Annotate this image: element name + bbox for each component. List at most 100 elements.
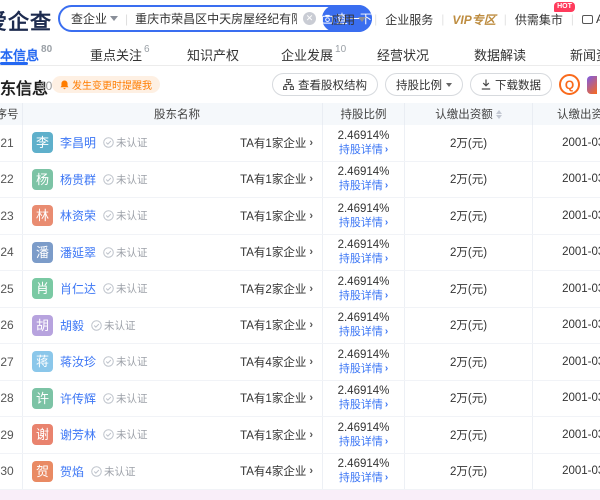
subscribed-amount-value: 2万(元) [450, 390, 487, 406]
tab-data-insight[interactable]: 数据解读 [474, 38, 526, 65]
holding-detail-link[interactable]: 持股详情 › [339, 252, 388, 266]
clear-search-icon[interactable]: ✕ [303, 12, 316, 25]
holding-detail-link[interactable]: 持股详情 › [339, 362, 388, 376]
uncertified-badge: 未认证 [103, 135, 148, 150]
related-companies-label: TA有1家企业 [240, 208, 306, 224]
uncertified-label: 未认证 [116, 391, 148, 406]
shareholder-avatar: 杨 [32, 169, 53, 190]
ai-glyph: Q [565, 78, 574, 92]
section-count: 40 [39, 79, 52, 93]
shareholder-name-link[interactable]: 潘延翠 [60, 244, 96, 261]
site-logo[interactable]: 爱企查 [0, 6, 52, 36]
download-data-button[interactable]: 下载数据 [470, 73, 552, 96]
uncertified-label: 未认证 [104, 318, 136, 333]
subscribed-amount-value: 2万(元) [450, 135, 487, 151]
subscribed-amount-value: 2万(元) [450, 171, 487, 187]
ai-assistant-icon[interactable]: Q [559, 74, 580, 95]
related-companies-link[interactable]: TA有4家企业 › [240, 463, 322, 479]
holding-ratio-value: 2.46914% [338, 457, 390, 471]
bell-icon [60, 80, 69, 90]
related-companies-link[interactable]: TA有2家企业 › [240, 281, 322, 297]
holding-ratio-dropdown[interactable]: 持股比例 [385, 73, 463, 96]
tab-news[interactable]: 新闻资讯 [570, 38, 600, 65]
shareholder-avatar: 蒋 [32, 351, 53, 372]
chevron-right-icon: › [385, 252, 388, 266]
related-companies-label: TA有2家企业 [240, 281, 306, 297]
chevron-right-icon: › [309, 465, 313, 477]
table-header-row: 序号 股东名称 持股比例 认缴出资额 认缴出资日期 [0, 103, 600, 125]
uncertified-icon [91, 320, 102, 331]
holding-detail-link[interactable]: 持股详情 › [339, 398, 388, 412]
nav-app-download[interactable]: A [582, 12, 600, 26]
holding-detail-link[interactable]: 持股详情 › [339, 325, 388, 339]
tab-operating-status[interactable]: 经营状况 [377, 38, 429, 65]
search-box[interactable]: 查企业 | 重庆市荣昌区中天房屋经纪有限公司 ✕ 查一下 [58, 5, 372, 32]
table-row: 22 杨 杨贵群 未认证 TA有1家企业 › 2.46914% 持股详情 › 2… [0, 162, 600, 199]
holding-detail-label: 持股详情 [339, 471, 383, 485]
tab-key-focus[interactable]: 重点关注 6 [90, 38, 150, 65]
change-alert-button[interactable]: 发生变更时提醒我 [52, 76, 160, 93]
shareholder-name-link[interactable]: 胡毅 [60, 317, 84, 334]
nav-enterprise-services[interactable]: 企业服务 [385, 11, 433, 28]
search-input[interactable]: 重庆市荣昌区中天房屋经纪有限公司 [135, 10, 297, 27]
related-companies-link[interactable]: TA有1家企业 › [240, 317, 322, 333]
shareholder-name-link[interactable]: 林资荣 [60, 207, 96, 224]
holding-detail-link[interactable]: 持股详情 › [339, 179, 388, 193]
holding-detail-link[interactable]: 持股详情 › [339, 216, 388, 230]
related-companies-link[interactable]: TA有1家企业 › [240, 244, 322, 260]
subscribed-date-value: 2001-03-13 [562, 356, 600, 368]
chevron-right-icon: › [309, 429, 313, 441]
nav-supply-market[interactable]: 供需集市 HOT [515, 11, 563, 28]
related-companies-link[interactable]: TA有1家企业 › [240, 208, 322, 224]
tab-enterprise-development[interactable]: 企业发展 10 [281, 38, 346, 65]
shareholder-avatar: 林 [32, 205, 53, 226]
tab-intellectual-property[interactable]: 知识产权 [187, 38, 239, 65]
table-row: 30 贺 贺焰 未认证 TA有4家企业 › 2.46914% 持股详情 › 2万… [0, 454, 600, 491]
holding-detail-link[interactable]: 持股详情 › [339, 435, 388, 449]
sort-icon[interactable] [496, 110, 502, 119]
holding-detail-link[interactable]: 持股详情 › [339, 471, 388, 485]
shareholder-name-link[interactable]: 谢芳林 [60, 426, 96, 443]
holding-ratio-value: 2.46914% [338, 202, 390, 216]
uncertified-badge: 未认证 [103, 245, 148, 260]
holding-detail-label: 持股详情 [339, 143, 383, 157]
header-subscribed-date: 认缴出资日期 [533, 103, 600, 125]
ai-assistant-extra-icon[interactable] [587, 76, 597, 94]
view-equity-structure-button[interactable]: 查看股权结构 [272, 73, 378, 96]
chevron-right-icon: › [385, 398, 388, 412]
nav-services-label: 企业服务 [385, 11, 433, 28]
aiqicha-page: 爱企查 查企业 | 重庆市荣昌区中天房屋经纪有限公司 ✕ 查一下 应用 | 企业… [0, 0, 600, 500]
related-companies-label: TA有4家企业 [240, 354, 306, 370]
header-subscribed-amount[interactable]: 认缴出资额 [405, 103, 533, 125]
header-holding-ratio: 持股比例 [323, 103, 405, 125]
shareholder-name-link[interactable]: 许传辉 [60, 390, 96, 407]
row-index: 23 [0, 209, 13, 223]
related-companies-link[interactable]: TA有4家企业 › [240, 354, 322, 370]
uncertified-badge: 未认证 [103, 172, 148, 187]
header-subscribed-amount-label: 认缴出资额 [435, 106, 493, 122]
shareholder-name-link[interactable]: 贺焰 [60, 463, 84, 480]
shareholder-name-link[interactable]: 杨贵群 [60, 171, 96, 188]
search-category-dropdown[interactable]: 查企业 [71, 10, 118, 27]
shareholder-name-link[interactable]: 李昌明 [60, 134, 96, 151]
uncertified-icon [103, 247, 114, 258]
holding-detail-label: 持股详情 [339, 435, 383, 449]
related-companies-link[interactable]: TA有1家企业 › [240, 171, 322, 187]
chevron-right-icon: › [309, 319, 313, 331]
nav-apps[interactable]: 应用 [331, 11, 366, 28]
shareholder-avatar: 谢 [32, 424, 53, 445]
holding-detail-label: 持股详情 [339, 289, 383, 303]
related-companies-link[interactable]: TA有1家企业 › [240, 390, 322, 406]
related-companies-link[interactable]: TA有1家企业 › [240, 427, 322, 443]
nav-vip-zone[interactable]: VIP专区 [452, 11, 495, 28]
uncertified-icon [103, 429, 114, 440]
row-index: 29 [0, 428, 13, 442]
shareholder-name-link[interactable]: 肖仁达 [60, 280, 96, 297]
holding-detail-link[interactable]: 持股详情 › [339, 143, 388, 157]
shareholder-name-link[interactable]: 蒋汝珍 [60, 353, 96, 370]
holding-detail-link[interactable]: 持股详情 › [339, 289, 388, 303]
chevron-right-icon: › [309, 392, 313, 404]
tab-basic-info[interactable]: 基本信息 80 [0, 38, 52, 65]
related-companies-link[interactable]: TA有1家企业 › [240, 135, 322, 151]
uncertified-label: 未认证 [104, 464, 136, 479]
